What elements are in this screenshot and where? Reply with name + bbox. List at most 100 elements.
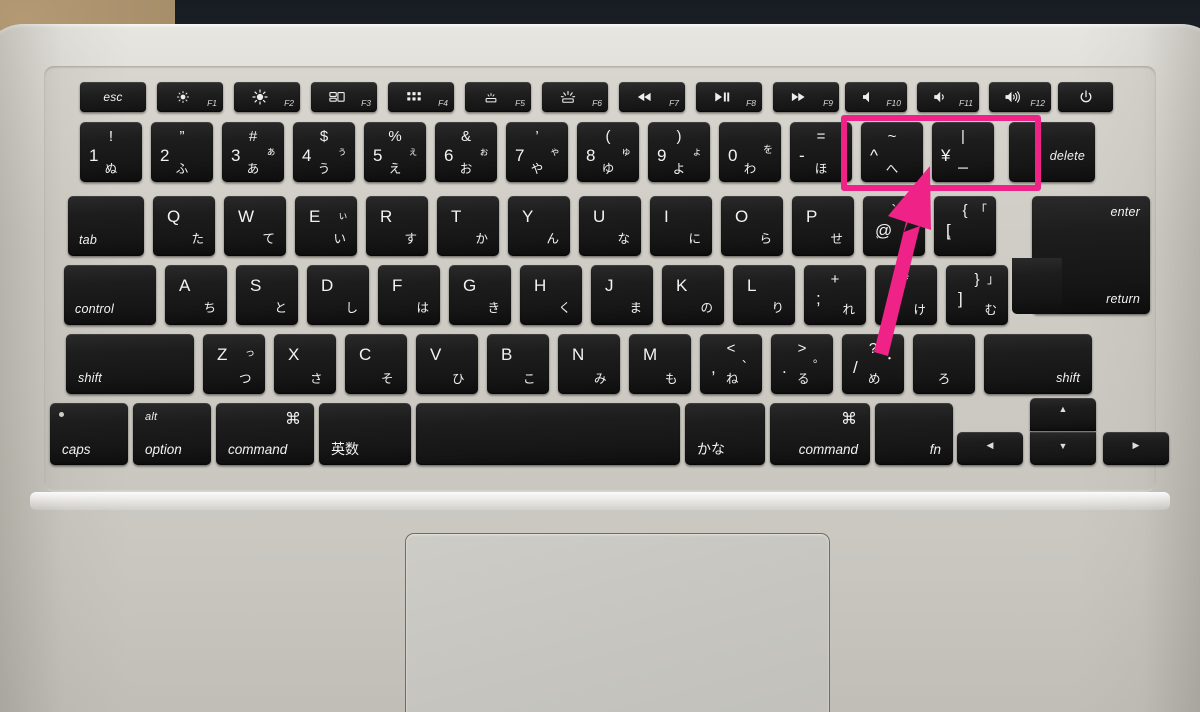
key-power[interactable]	[1058, 82, 1113, 112]
key-semicolon-shift-label: +	[830, 271, 840, 288]
shift-right[interactable]: shift	[984, 334, 1092, 394]
key-8[interactable]: (8 ゅゆ	[577, 122, 639, 182]
key-y[interactable]: Yん	[508, 196, 570, 256]
rewind-icon	[637, 92, 651, 102]
f2-number: F2	[284, 97, 294, 108]
key-esc[interactable]: esc	[80, 82, 146, 112]
key-u[interactable]: Uな	[579, 196, 641, 256]
key-l-kana-label: り	[771, 300, 784, 315]
key-at[interactable]: ` @ ゛	[863, 196, 925, 256]
key-d[interactable]: Dし	[307, 265, 369, 325]
key-underscore[interactable]: ろ	[913, 334, 975, 394]
key-k[interactable]: Kの	[662, 265, 724, 325]
key-j[interactable]: Jま	[591, 265, 653, 325]
key-t-letter-label: T	[451, 207, 462, 226]
key-f6[interactable]: F6	[542, 82, 608, 112]
key-f3[interactable]: F3	[311, 82, 377, 112]
key-o[interactable]: Oら	[721, 196, 783, 256]
key-x[interactable]: Xさ	[274, 334, 336, 394]
return-key-lower-extension[interactable]	[1012, 258, 1062, 314]
key-i[interactable]: Iに	[650, 196, 712, 256]
key-bracket-left[interactable]: {[゜「	[934, 196, 996, 256]
key-f11[interactable]: F11	[917, 82, 979, 112]
arrow-left[interactable]: ◀	[957, 432, 1023, 465]
key-semicolon[interactable]: +; れ	[804, 265, 866, 325]
caps-lock[interactable]: caps	[50, 403, 128, 465]
key-f5[interactable]: F5	[465, 82, 531, 112]
key-e[interactable]: E ぃい	[295, 196, 357, 256]
key-z[interactable]: Z っつ	[203, 334, 265, 394]
key-0[interactable]: 0 をわ	[719, 122, 781, 182]
key-slash-kana-right: ・	[884, 353, 895, 365]
tab[interactable]: tab	[68, 196, 144, 256]
key-h[interactable]: Hく	[520, 265, 582, 325]
key-w[interactable]: Wて	[224, 196, 286, 256]
key-f[interactable]: Fは	[378, 265, 440, 325]
key-f9[interactable]: F9	[773, 82, 839, 112]
arrow-down[interactable]: ▼	[1030, 432, 1096, 465]
key-s[interactable]: Sと	[236, 265, 298, 325]
key-8-base-label: 8	[586, 146, 596, 165]
key-minus[interactable]: = - ほ	[790, 122, 852, 182]
key-l[interactable]: Lり	[733, 265, 795, 325]
key-bracket-right[interactable]: }] む」	[946, 265, 1008, 325]
key-v[interactable]: Vひ	[416, 334, 478, 394]
key-colon[interactable]: *: け	[875, 265, 937, 325]
key-n[interactable]: Nみ	[558, 334, 620, 394]
key-u-letter-label: U	[593, 207, 606, 226]
key-yen-kana-label: ー	[956, 161, 970, 176]
eisu[interactable]: 英数	[319, 403, 411, 465]
arrow-up[interactable]: ▲	[1030, 398, 1096, 431]
key-f8[interactable]: F8	[696, 82, 762, 112]
key-r[interactable]: Rす	[366, 196, 428, 256]
key-k-kana-label: の	[700, 300, 713, 315]
key-f1[interactable]: F1	[157, 82, 223, 112]
key-e-letter-label: E	[309, 207, 321, 226]
key-5[interactable]: % 5 ぇえ	[364, 122, 426, 182]
key-f4[interactable]: F4	[388, 82, 454, 112]
key-c[interactable]: Cそ	[345, 334, 407, 394]
key-f12[interactable]: F12	[989, 82, 1051, 112]
key-a[interactable]: Aち	[165, 265, 227, 325]
key-slash[interactable]: ? / め・	[842, 334, 904, 394]
key-9[interactable]: ) 9 ょよ	[648, 122, 710, 182]
key-7[interactable]: ’ 7 ゃや	[506, 122, 568, 182]
shift-left[interactable]: shift	[66, 334, 194, 394]
fn[interactable]: fn	[875, 403, 953, 465]
key-6-shift-label: &	[460, 128, 471, 145]
trackpad[interactable]	[405, 533, 830, 712]
delete-key[interactable]: delete	[1009, 122, 1095, 182]
key-2[interactable]: ” 2 ふ	[151, 122, 213, 182]
key-caret[interactable]: ~ ^ へ	[861, 122, 923, 182]
control[interactable]: control	[64, 265, 156, 325]
key-5-kana-label: え	[388, 161, 402, 176]
key-f10[interactable]: F10	[845, 82, 907, 112]
launchpad-icon	[407, 92, 421, 101]
key-comma[interactable]: <, ね、	[700, 334, 762, 394]
key-p[interactable]: Pせ	[792, 196, 854, 256]
option-left[interactable]: alt option	[133, 403, 211, 465]
key-6[interactable]: & 6 ぉお	[435, 122, 497, 182]
key-3[interactable]: #3 ぁあ	[222, 122, 284, 182]
key-f7[interactable]: F7	[619, 82, 685, 112]
command-left[interactable]: ⌘ command	[216, 403, 314, 465]
f12-number: F12	[1030, 97, 1045, 108]
key-period[interactable]: >. る。	[771, 334, 833, 394]
key-8-shift-label: (	[605, 128, 611, 145]
key-f2[interactable]: F2	[234, 82, 300, 112]
space[interactable]	[416, 403, 680, 465]
kana[interactable]: かな	[685, 403, 765, 465]
command-right[interactable]: ⌘ command	[770, 403, 870, 465]
key-b[interactable]: Bこ	[487, 334, 549, 394]
key-q[interactable]: Qた	[153, 196, 215, 256]
key-bracket-right-kana-label: む	[984, 302, 997, 317]
key-m[interactable]: Mも	[629, 334, 691, 394]
arrow-right[interactable]: ▶	[1103, 432, 1169, 465]
key-1[interactable]: ! 1 ぬ	[80, 122, 142, 182]
key-4[interactable]: $4 ぅう	[293, 122, 355, 182]
key-0-kana-alt: を	[763, 145, 773, 156]
key-g[interactable]: Gき	[449, 265, 511, 325]
key-2-kana-label: ふ	[175, 161, 189, 176]
key-t[interactable]: Tか	[437, 196, 499, 256]
key-yen[interactable]: | ¥ ー	[932, 122, 994, 182]
